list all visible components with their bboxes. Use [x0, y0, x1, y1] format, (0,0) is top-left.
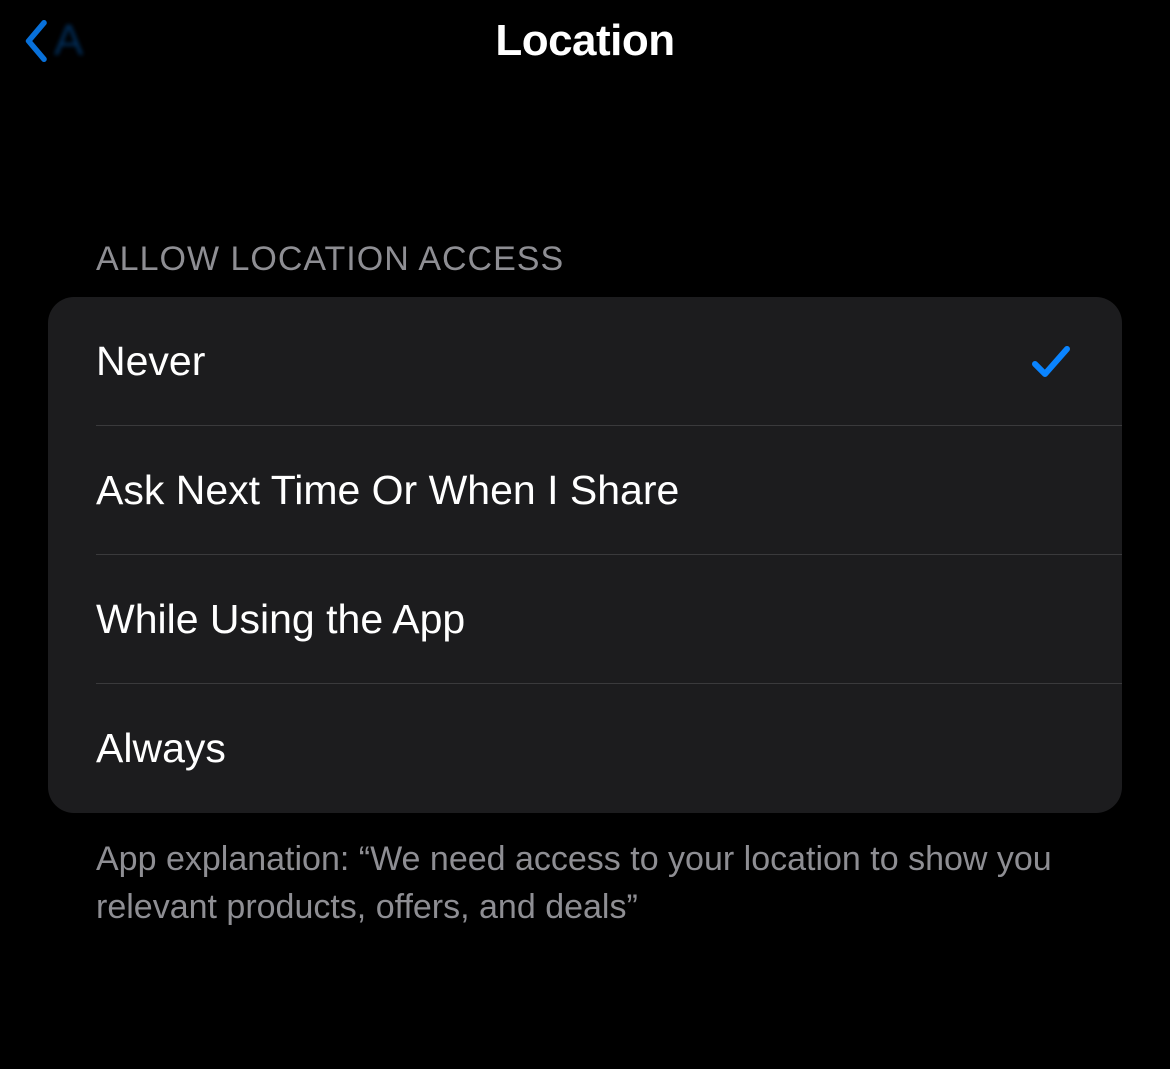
option-ask-next-time[interactable]: Ask Next Time Or When I Share	[48, 426, 1122, 555]
option-always[interactable]: Always	[48, 684, 1122, 813]
option-never[interactable]: Never	[48, 297, 1122, 426]
page-title: Location	[0, 16, 1170, 66]
option-label: While Using the App	[96, 596, 465, 643]
option-label: Always	[96, 725, 226, 772]
option-label: Never	[96, 338, 205, 385]
checkmark-icon	[1028, 339, 1074, 385]
options-list: Never Ask Next Time Or When I Share Whil…	[48, 297, 1122, 813]
option-while-using[interactable]: While Using the App	[48, 555, 1122, 684]
section-header: ALLOW LOCATION ACCESS	[0, 100, 1170, 297]
nav-header: A Location	[0, 0, 1170, 100]
footer-explanation: App explanation: “We need access to your…	[0, 813, 1170, 932]
option-label: Ask Next Time Or When I Share	[96, 467, 679, 514]
